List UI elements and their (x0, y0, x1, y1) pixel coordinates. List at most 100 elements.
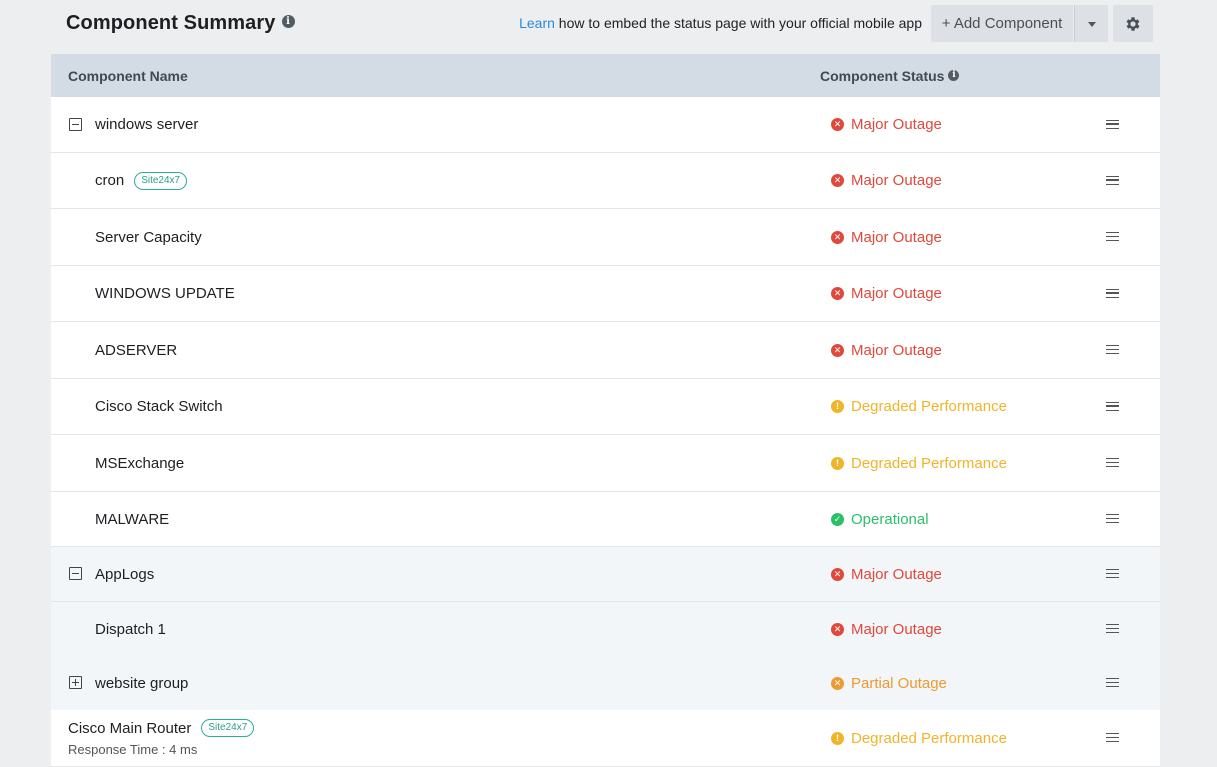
drag-handle-icon[interactable] (1106, 345, 1119, 354)
settings-button[interactable] (1113, 5, 1153, 42)
check-circle-icon: ✓ (831, 512, 844, 526)
expand-icon[interactable] (69, 676, 82, 689)
status-label: Major Outage (851, 565, 942, 583)
x-circle-icon: ✕ (831, 622, 844, 636)
status-cell: ✕ Major Outage (831, 97, 942, 152)
add-component-dropdown-button[interactable] (1074, 5, 1108, 42)
x-circle-icon: ✕ (831, 343, 844, 357)
status-label: Operational (851, 510, 929, 528)
table-row[interactable]: WINDOWS UPDATE ✕ Major Outage (51, 266, 1160, 322)
status-cell: ! Degraded Performance (831, 435, 1007, 491)
status-cell: ! Degraded Performance (831, 379, 1007, 434)
component-name: windows server (95, 116, 199, 133)
status-cell: ✓ Operational (831, 492, 929, 546)
table-row[interactable]: cron Site24x7 ✕ Major Outage (51, 153, 1160, 209)
status-label: Major Outage (851, 228, 942, 246)
component-name-cell: windows server (95, 97, 198, 152)
component-name-cell: cron Site24x7 (95, 153, 188, 208)
status-label: Degraded Performance (851, 729, 1007, 747)
table-row[interactable]: Server Capacity ✕ Major Outage (51, 209, 1160, 266)
component-name: MALWARE (95, 510, 170, 528)
table-row[interactable]: MSExchange! Degraded Performance (51, 435, 1160, 492)
learn-link[interactable]: Learn (519, 15, 555, 31)
component-name-cell: WINDOWS UPDATE (95, 266, 235, 321)
embed-hint: Learn how to embed the status page with … (519, 15, 922, 31)
x-circle-icon: ✕ (831, 567, 844, 581)
component-name-cell: ADSERVER (95, 322, 177, 378)
status-cell: ! Degraded Performance (831, 710, 1007, 766)
table-row[interactable]: website group ✕ Partial Outage (51, 656, 1160, 710)
drag-handle-icon[interactable] (1106, 733, 1119, 742)
drag-handle-icon[interactable] (1106, 458, 1119, 467)
alert-circle-icon: ! (831, 456, 844, 470)
component-name: WINDOWS UPDATE (95, 285, 235, 302)
component-name-cell: website group (95, 656, 188, 710)
page-title-text: Component Summary (66, 12, 276, 34)
component-name: cron (95, 172, 125, 189)
status-label: Partial Outage (851, 674, 947, 692)
gear-icon (1126, 17, 1140, 31)
table-row[interactable]: MALWARE ✓ Operational (51, 492, 1160, 547)
status-cell: ✕ Major Outage (831, 547, 942, 601)
component-name: Cisco Stack Switch (95, 398, 223, 415)
component-name: MSExchange (95, 454, 185, 472)
source-badge: Site24x7 (134, 171, 188, 190)
table-row[interactable]: windows server ✕ Major Outage (51, 97, 1160, 153)
component-name: website group (95, 674, 189, 692)
x-circle-icon: ✕ (831, 174, 844, 187)
component-name: Server Capacity (95, 228, 202, 246)
column-header-status-label: Component Status (820, 68, 945, 84)
table-row[interactable]: Cisco Stack Switch! Degraded Performance (51, 379, 1160, 435)
collapse-icon[interactable] (69, 117, 82, 131)
page-header: Component Summary i Learn how to embed th… (0, 0, 1217, 52)
add-component-button[interactable]: + Add Component (931, 5, 1073, 42)
component-name-cell: AppLogs (95, 547, 154, 601)
status-label: Major Outage (851, 116, 942, 133)
status-label: Degraded Performance (851, 454, 1007, 472)
drag-handle-icon[interactable] (1106, 288, 1119, 298)
column-header-name: Component Name (68, 68, 188, 84)
status-label: Major Outage (851, 620, 942, 638)
component-name: ADSERVER (95, 341, 178, 359)
component-table: Component Name Component Status i windows… (51, 54, 1160, 767)
drag-handle-icon[interactable] (1106, 119, 1119, 129)
status-cell: ✕ Partial Outage (831, 656, 947, 710)
table-row[interactable]: Dispatch 1 ✕ Major Outage (51, 602, 1160, 656)
table-row[interactable]: ADSERVER ✕ Major Outage (51, 322, 1160, 379)
info-icon[interactable]: i (281, 15, 295, 29)
drag-handle-icon[interactable] (1106, 624, 1119, 633)
source-badge: Site24x7 (201, 719, 255, 737)
component-name-cell: MSExchange (95, 435, 184, 491)
status-label: Degraded Performance (851, 398, 1007, 415)
collapse-icon[interactable] (69, 567, 82, 580)
component-name: AppLogs (95, 565, 155, 583)
drag-handle-icon[interactable] (1106, 678, 1119, 687)
status-cell: ✕ Major Outage (831, 266, 942, 321)
component-name-cell: Dispatch 1 (95, 602, 166, 656)
info-icon[interactable]: i (948, 69, 960, 81)
component-name-cell: Server Capacity (95, 209, 202, 265)
drag-handle-icon[interactable] (1106, 232, 1119, 241)
table-row[interactable]: Cisco Main Router Site24x7 Response Time :… (51, 710, 1160, 767)
table-header: Component Name Component Status i (51, 54, 1160, 97)
drag-handle-icon[interactable] (1106, 401, 1119, 411)
alert-circle-icon: ! (831, 400, 844, 413)
x-circle-icon: ✕ (831, 287, 844, 300)
alert-circle-icon: ! (831, 731, 844, 745)
status-cell: ✕ Major Outage (831, 322, 942, 378)
status-cell: ✕ Major Outage (831, 602, 942, 656)
table-body: windows server ✕ Major Outage cron Site24x7 ✕… (51, 97, 1160, 767)
component-name-cell: Cisco Stack Switch (95, 379, 223, 434)
x-circle-icon: ✕ (831, 118, 844, 131)
status-label: Major Outage (851, 172, 942, 189)
column-header-status: Component Status i (820, 68, 960, 84)
drag-handle-icon[interactable] (1106, 175, 1119, 185)
drag-handle-icon[interactable] (1106, 514, 1119, 523)
x-circle-icon: ✕ (831, 676, 844, 690)
component-name-cell: Cisco Main Router Site24x7 Response Time :… (68, 710, 255, 766)
status-label: Major Outage (851, 341, 942, 359)
embed-hint-text: how to embed the status page with your o… (554, 15, 922, 31)
table-row[interactable]: AppLogs ✕ Major Outage (51, 547, 1160, 602)
drag-handle-icon[interactable] (1106, 569, 1119, 578)
x-circle-icon: ✕ (831, 230, 844, 244)
